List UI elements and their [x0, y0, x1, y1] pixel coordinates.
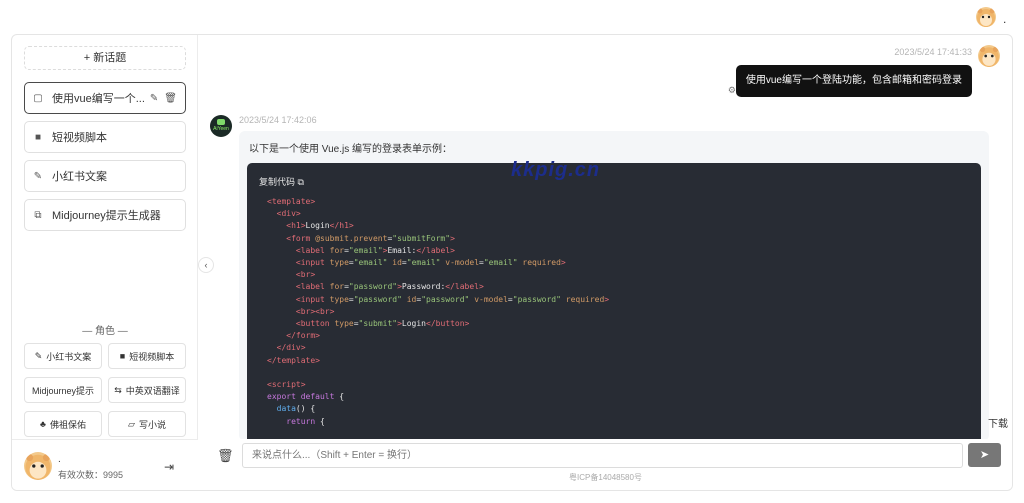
usage-count: 有效次数：9995: [58, 470, 124, 480]
logout-icon[interactable]: ⇥: [164, 460, 174, 474]
send-button[interactable]: ➤: [968, 443, 1001, 467]
user-panel: . 有效次数：9995 ⇥: [12, 439, 198, 490]
conversation-item-short-video[interactable]: ■ 短视频脚本: [24, 121, 186, 153]
user-message-avatar: [978, 45, 1000, 67]
roles-title: — 角色 —: [82, 326, 128, 337]
top-username: .: [1003, 12, 1007, 26]
video-icon: ■: [119, 351, 126, 361]
ai-intro-text: 以下是一个使用 Vue.js 编写的登录表单示例：: [249, 144, 452, 155]
sidebar: + 新话题 ▢ 使用vue编写一个... ✎ 🗑 ■ 短视频脚本 ✎ 小红书文案…: [12, 35, 198, 490]
code-content: <template> <div> <h1>Login</h1> <form @s…: [267, 197, 610, 426]
icp-record[interactable]: 粤ICP备14048580号: [199, 472, 1012, 483]
conversation-label: 小红书文案: [52, 171, 107, 183]
trash-icon[interactable]: 🗑: [217, 448, 234, 464]
buddha-icon: ♣: [40, 419, 46, 429]
chat-icon: ▢: [33, 92, 43, 104]
user-name: .: [58, 454, 61, 465]
ai-message-time: 2023/5/24 17:42:06: [239, 115, 317, 125]
conversation-item-xiaohongshu[interactable]: ✎ 小红书文案: [24, 160, 186, 192]
copy-icon: ⧉: [297, 177, 304, 187]
download-button[interactable]: 下载: [988, 415, 1008, 430]
user-message-bubble: 使用vue编写一个登陆功能，包含邮箱和密码登录: [735, 65, 972, 97]
code-block: 复制代码 ⧉ <template> <div> <h1>Login</h1> <…: [247, 163, 981, 441]
user-message-time: 2023/5/24 17:41:33: [894, 47, 972, 57]
role-xiaohongshu[interactable]: ✎ 小红书文案: [24, 343, 102, 369]
message-options-icon[interactable]: ⚙: [728, 85, 736, 96]
conversation-item-vue-login[interactable]: ▢ 使用vue编写一个... ✎ 🗑: [24, 82, 186, 114]
new-topic-button[interactable]: + 新话题: [24, 46, 186, 70]
chat-input[interactable]: [242, 443, 963, 468]
video-icon: ■: [34, 131, 42, 143]
role-novel[interactable]: ▱ 写小说: [108, 411, 186, 437]
avatar[interactable]: [24, 452, 52, 480]
conversation-item-midjourney[interactable]: ⧉ Midjourney提示生成器: [24, 199, 186, 231]
pencil-icon: ✎: [33, 170, 43, 182]
role-translate[interactable]: ⇆ 中英双语翻译: [108, 377, 186, 403]
role-label: Midjourney提示: [31, 385, 95, 396]
input-area: 🗑 ➤ 粤ICP备14048580号: [199, 439, 1012, 490]
watermark: kkpig.cn: [511, 159, 601, 181]
book-icon: ▱: [128, 418, 135, 429]
ai-message-bubble: 以下是一个使用 Vue.js 编写的登录表单示例： 复制代码 ⧉ <templa…: [239, 131, 989, 441]
conversation-label: 短视频脚本: [52, 132, 107, 144]
ai-avatar: AiYeen: [210, 115, 232, 137]
role-short-video[interactable]: ■ 短视频脚本: [108, 343, 186, 369]
translate-icon: ⇆: [114, 384, 122, 395]
copy-code-button[interactable]: 复制代码 ⧉: [259, 175, 304, 188]
edit-icon[interactable]: ✎: [150, 93, 158, 104]
role-label: 中英双语翻译: [125, 385, 180, 396]
prompt-icon: ⧉: [34, 209, 42, 221]
top-avatar[interactable]: [976, 7, 996, 27]
conversation-label: 使用vue编写一个...: [52, 93, 144, 105]
delete-icon[interactable]: 🗑: [164, 93, 177, 104]
role-label: 小红书文案: [46, 351, 92, 362]
role-label: 佛祖保佑: [49, 419, 86, 430]
app-window: + 新话题 ▢ 使用vue编写一个... ✎ 🗑 ■ 短视频脚本 ✎ 小红书文案…: [11, 34, 1013, 491]
role-buddha[interactable]: ♣ 佛祖保佑: [24, 411, 102, 437]
send-icon: ➤: [979, 449, 990, 461]
pencil-icon: ✎: [34, 350, 43, 361]
role-midjourney[interactable]: Midjourney提示: [24, 377, 102, 403]
role-label: 短视频脚本: [129, 351, 175, 362]
chat-panel: 2023/5/24 17:41:33 使用vue编写一个登陆功能，包含邮箱和密码…: [199, 35, 1012, 490]
conversation-label: Midjourney提示生成器: [52, 210, 161, 222]
role-label: 写小说: [138, 419, 166, 430]
